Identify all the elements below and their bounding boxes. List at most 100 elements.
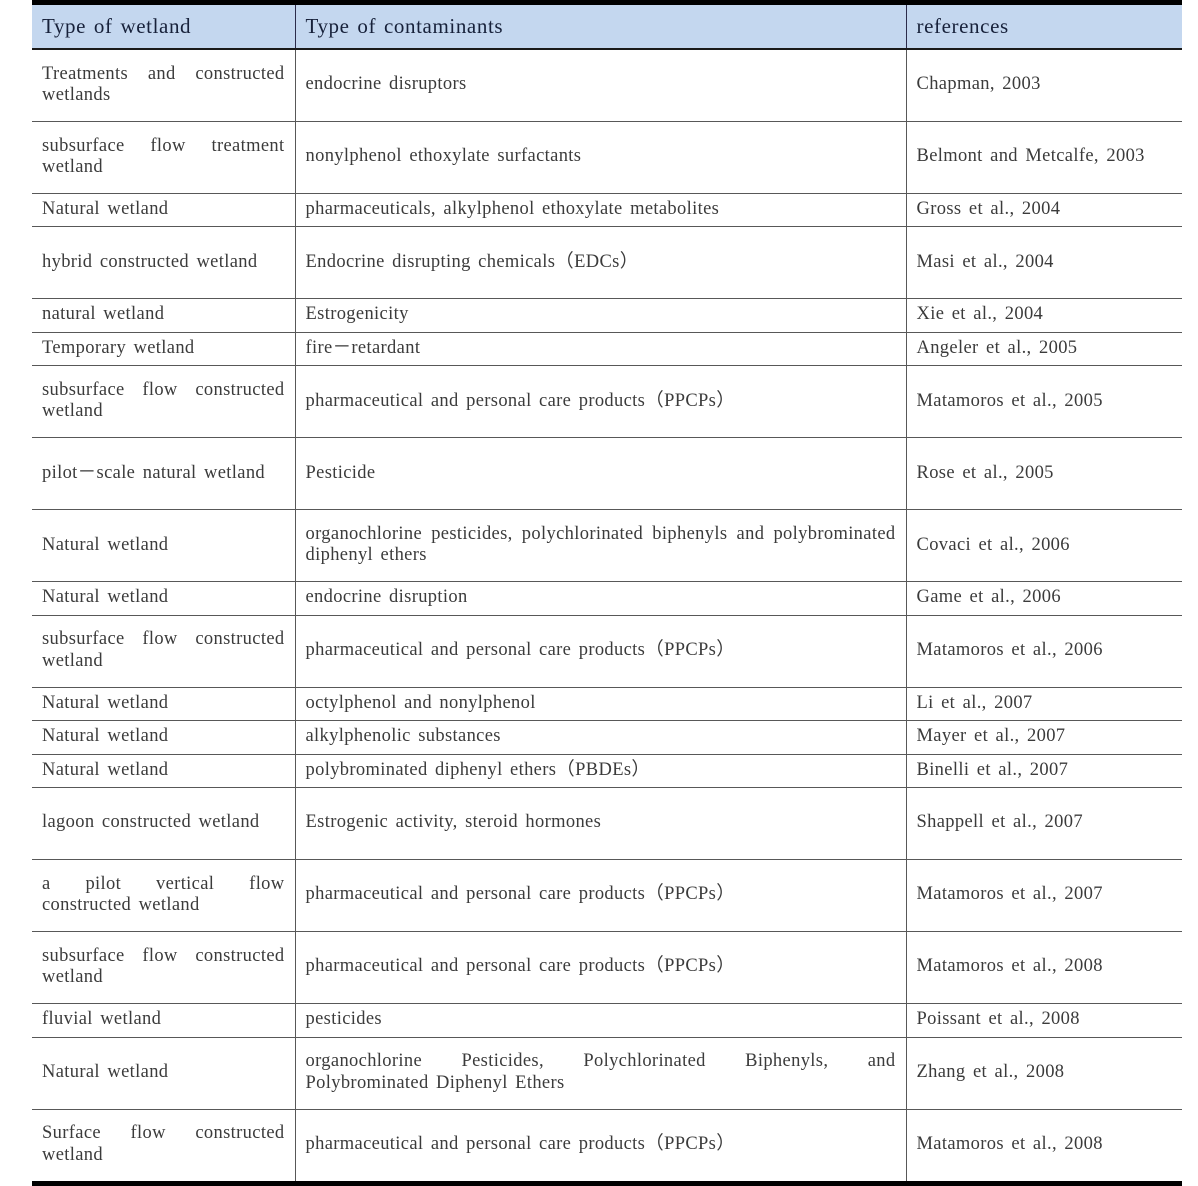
cell-type-of-contaminants: pharmaceutical and personal care product… — [295, 931, 907, 1005]
table-header-row: Type of wetland Type of contaminants ref… — [32, 2, 1182, 50]
cell-reference: Li et al., 2007 — [906, 687, 1182, 722]
cell-type-of-wetland: Natural wetland — [32, 509, 296, 583]
cell-reference: Gross et al., 2004 — [906, 193, 1182, 228]
table-row: hybrid constructed wetland Endocrine disr… — [32, 226, 1182, 300]
cell-type-of-contaminants: alkylphenolic substances — [295, 720, 907, 755]
table-row: subsurface flow constructed wetland pharm… — [32, 365, 1182, 439]
table-header: Type of wetland Type of contaminants ref… — [32, 2, 1182, 50]
cell-type-of-contaminants-text: pharmaceutical and personal care product… — [305, 1133, 736, 1154]
table-body: Treatments and constructed wetlands endoc… — [32, 49, 1182, 1184]
cell-type-of-wetland-text: Natural wetland — [42, 199, 169, 219]
cell-reference-text: Zhang et al., 2008 — [916, 1061, 1065, 1082]
table-row: Natural wetland pharmaceuticals, alkylphe… — [32, 193, 1182, 228]
cell-type-of-contaminants-text: pesticides — [305, 1009, 382, 1030]
cell-reference: Matamoros et al., 2008 — [906, 1109, 1182, 1183]
table-row: Natural wetland alkylphenolic substances M… — [32, 720, 1182, 755]
cell-reference-text: Matamoros et al., 2008 — [916, 1133, 1103, 1154]
cell-type-of-wetland-text: fluvial wetland — [42, 1009, 162, 1030]
cell-reference: Matamoros et al., 2006 — [906, 615, 1182, 688]
cell-reference: Belmont and Metcalfe, 2003 — [906, 121, 1182, 194]
cell-type-of-contaminants-text: organochlorine Pesticides, Polychlorinat… — [305, 1051, 896, 1093]
cell-type-of-contaminants: Estrogenicity — [295, 298, 907, 333]
cell-reference: Poissant et al., 2008 — [906, 1003, 1182, 1038]
cell-reference-text: Matamoros et al., 2005 — [916, 390, 1103, 411]
cell-type-of-wetland-text: hybrid constructed wetland — [42, 251, 258, 272]
cell-reference-text: Matamoros et al., 2007 — [916, 884, 1103, 905]
cell-type-of-contaminants-text: polybrominated diphenyl ethers（PBDEs） — [305, 759, 651, 780]
wetland-contaminants-table: Type of wetland Type of contaminants ref… — [32, 0, 1182, 1186]
cell-type-of-wetland-text: Natural wetland — [42, 1061, 169, 1082]
cell-type-of-contaminants-text: pharmaceutical and personal care product… — [305, 956, 736, 977]
cell-type-of-wetland-text: Natural wetland — [42, 587, 169, 608]
cell-reference-text: Binelli et al., 2007 — [916, 759, 1069, 780]
cell-reference: Shappell et al., 2007 — [906, 787, 1182, 861]
cell-type-of-contaminants: pesticides — [295, 1003, 907, 1038]
table-row: Natural wetland endocrine disruption Game … — [32, 581, 1182, 616]
cell-type-of-wetland-text: Natural wetland — [42, 534, 169, 555]
cell-type-of-wetland: hybrid constructed wetland — [32, 226, 296, 300]
cell-reference: Matamoros et al., 2005 — [906, 365, 1182, 439]
cell-type-of-contaminants: pharmaceutical and personal care product… — [295, 859, 907, 933]
cell-type-of-wetland-text: subsurface flow constructed wetland — [42, 629, 285, 671]
cell-type-of-contaminants-text: pharmaceuticals, alkylphenol ethoxylate … — [305, 199, 720, 219]
cell-type-of-contaminants: organochlorine pesticides, polychlorinat… — [295, 509, 907, 583]
cell-type-of-wetland: subsurface flow treatment wetland — [32, 121, 296, 194]
cell-type-of-wetland: a pilot vertical flow constructed wetlan… — [32, 859, 296, 933]
cell-type-of-wetland-text: Treatments and constructed wetlands — [42, 63, 285, 105]
table-row: Treatments and constructed wetlands endoc… — [32, 49, 1182, 122]
table-row: lagoon constructed wetland Estrogenic act… — [32, 787, 1182, 861]
cell-type-of-wetland-text: Surface flow constructed wetland — [42, 1123, 285, 1165]
cell-type-of-contaminants: Estrogenic activity, steroid hormones — [295, 787, 907, 861]
cell-reference: Rose et al., 2005 — [906, 437, 1182, 511]
cell-reference: Mayer et al., 2007 — [906, 720, 1182, 755]
cell-type-of-wetland: Natural wetland — [32, 754, 296, 789]
cell-type-of-contaminants: pharmaceutical and personal care product… — [295, 365, 907, 439]
table-row: fluvial wetland pesticides Poissant et al.… — [32, 1003, 1182, 1038]
cell-reference-text: Game et al., 2006 — [916, 587, 1061, 608]
cell-type-of-wetland-text: natural wetland — [42, 304, 165, 325]
cell-type-of-contaminants: fire－retardant — [295, 332, 907, 367]
cell-reference: Matamoros et al., 2008 — [906, 931, 1182, 1005]
cell-type-of-wetland-text: subsurface flow treatment wetland — [42, 135, 285, 177]
cell-reference-text: Covaci et al., 2006 — [916, 534, 1070, 555]
table-row: Temporary wetland fire－retardant Angeler e… — [32, 332, 1182, 367]
cell-reference: Zhang et al., 2008 — [906, 1037, 1182, 1110]
cell-type-of-contaminants: octylphenol and nonylphenol — [295, 687, 907, 722]
cell-reference-text: Belmont and Metcalfe, 2003 — [916, 146, 1145, 167]
table-row: Natural wetland octylphenol and nonylphen… — [32, 687, 1182, 722]
cell-type-of-wetland: Natural wetland — [32, 687, 296, 722]
cell-type-of-wetland-text: Natural wetland — [42, 726, 169, 747]
cell-reference: Xie et al., 2004 — [906, 298, 1182, 333]
cell-type-of-contaminants: polybrominated diphenyl ethers（PBDEs） — [295, 754, 907, 789]
cell-type-of-contaminants: organochlorine Pesticides, Polychlorinat… — [295, 1037, 907, 1110]
cell-reference: Matamoros et al., 2007 — [906, 859, 1182, 933]
cell-type-of-contaminants-text: nonylphenol ethoxylate surfactants — [305, 146, 582, 167]
cell-type-of-contaminants: pharmaceutical and personal care product… — [295, 615, 907, 688]
cell-type-of-contaminants-text: Estrogenicity — [305, 304, 409, 325]
cell-type-of-contaminants: Endocrine disrupting chemicals（EDCs） — [295, 226, 907, 300]
cell-reference-text: Angeler et al., 2005 — [916, 337, 1078, 358]
cell-type-of-contaminants-text: fire－retardant — [305, 337, 421, 358]
cell-reference-text: Xie et al., 2004 — [916, 304, 1044, 325]
cell-reference: Binelli et al., 2007 — [906, 754, 1182, 789]
cell-type-of-wetland-text: lagoon constructed wetland — [42, 812, 260, 833]
cell-type-of-wetland: lagoon constructed wetland — [32, 787, 296, 861]
cell-reference-text: Matamoros et al., 2008 — [916, 956, 1103, 977]
cell-type-of-contaminants-text: alkylphenolic substances — [305, 726, 501, 747]
cell-type-of-contaminants: nonylphenol ethoxylate surfactants — [295, 121, 907, 194]
column-header-references: references — [906, 2, 1182, 50]
cell-reference-text: Gross et al., 2004 — [916, 199, 1061, 219]
cell-type-of-contaminants-text: Estrogenic activity, steroid hormones — [305, 812, 602, 833]
cell-reference-text: Masi et al., 2004 — [916, 251, 1054, 272]
cell-type-of-wetland-text: subsurface flow constructed wetland — [42, 945, 285, 988]
cell-reference-text: Shappell et al., 2007 — [916, 812, 1083, 833]
cell-type-of-contaminants: Pesticide — [295, 437, 907, 511]
wetland-contaminants-table-container: Type of wetland Type of contaminants ref… — [32, 0, 1182, 1186]
cell-reference: Angeler et al., 2005 — [906, 332, 1182, 367]
cell-type-of-contaminants-text: organochlorine pesticides, polychlorinat… — [305, 523, 896, 566]
table-row: pilot－scale natural wetland Pesticide Rose… — [32, 437, 1182, 511]
cell-type-of-wetland-text: subsurface flow constructed wetland — [42, 379, 285, 422]
cell-type-of-contaminants-text: Endocrine disrupting chemicals（EDCs） — [305, 251, 639, 272]
cell-type-of-wetland: Surface flow constructed wetland — [32, 1109, 296, 1184]
cell-type-of-wetland-text: a pilot vertical flow constructed wetlan… — [42, 873, 285, 916]
